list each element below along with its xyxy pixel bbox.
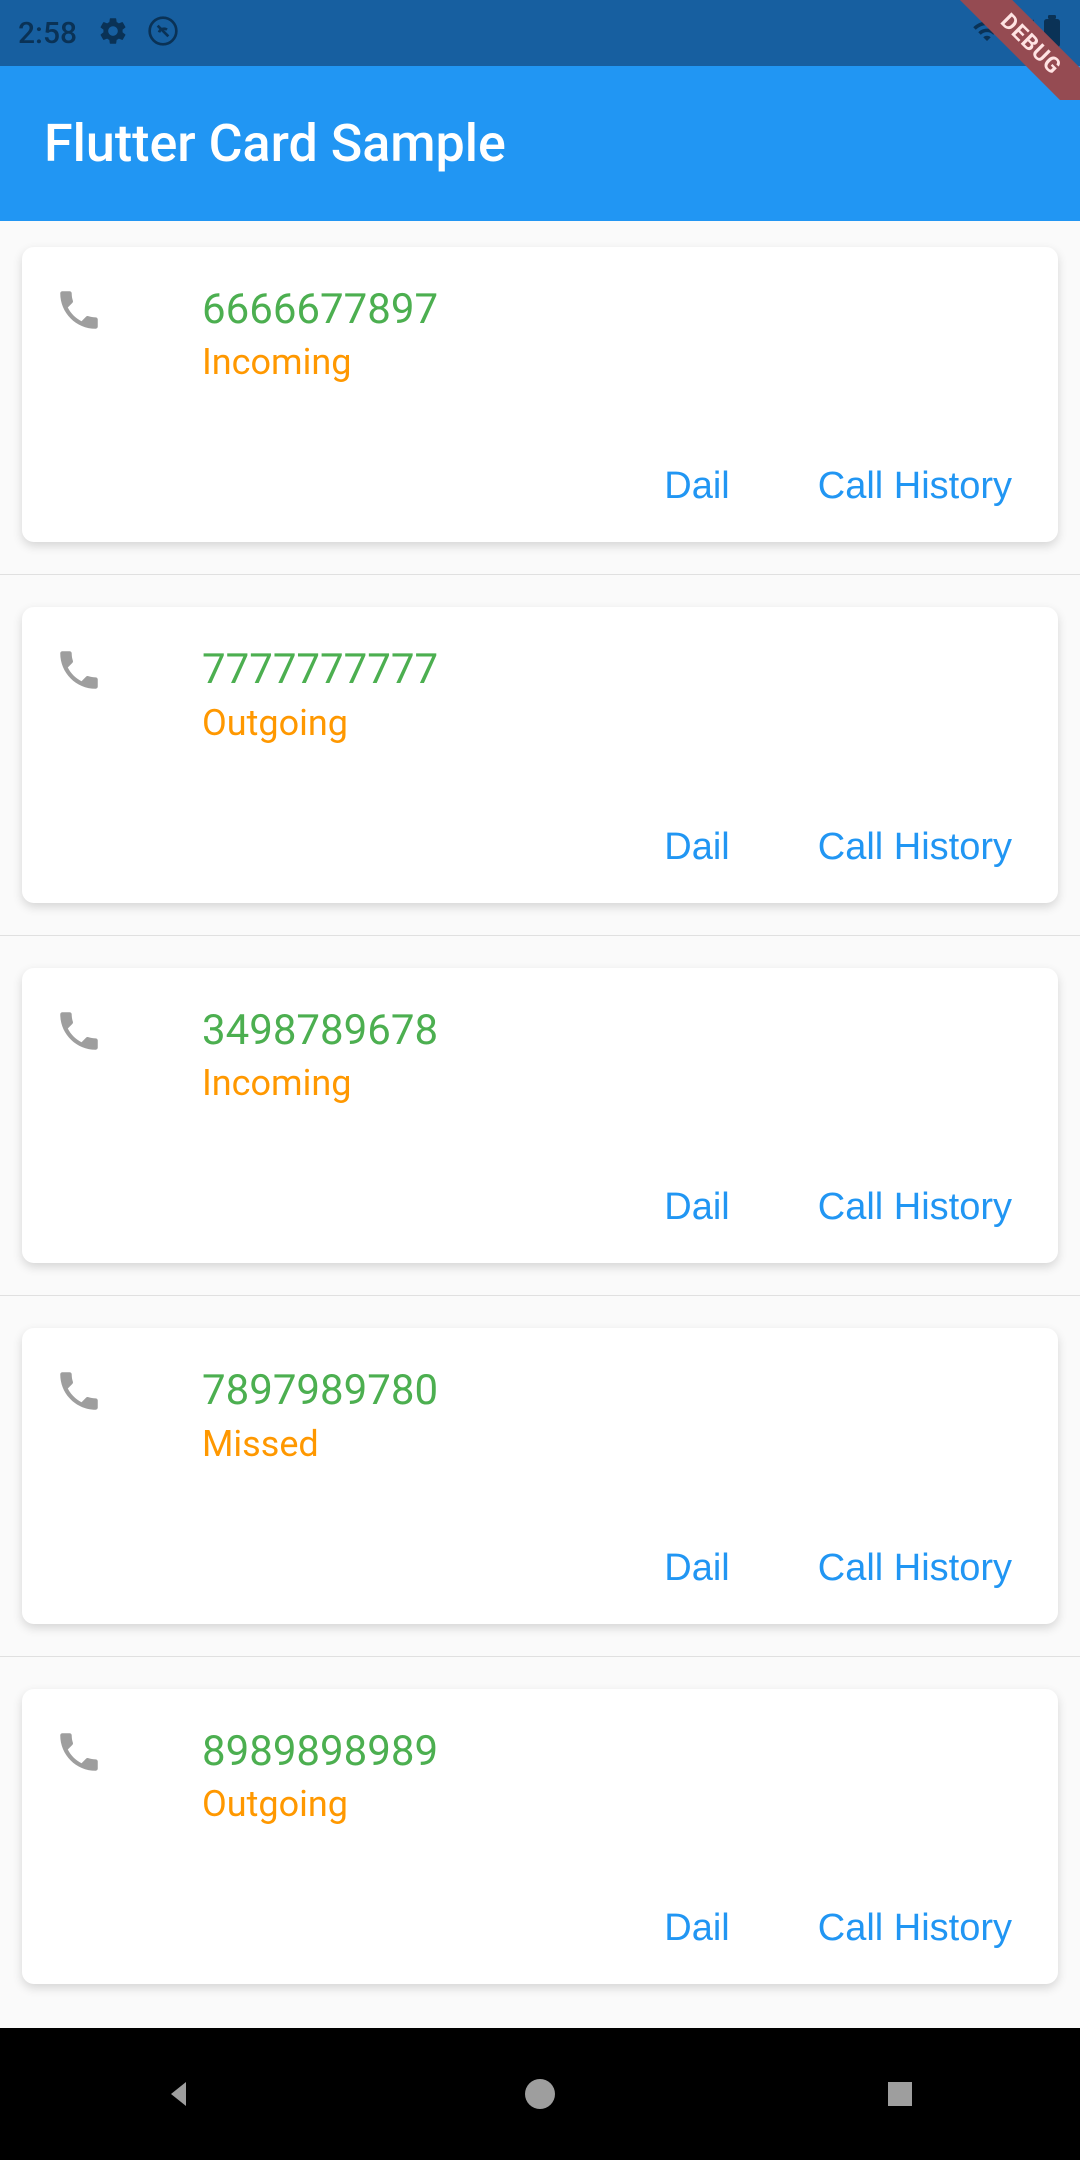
call-history-button[interactable]: Call History	[798, 1535, 1032, 1602]
phone-number: 7897989780	[202, 1366, 1036, 1416]
card-info: 7777777777 Outgoing	[202, 645, 1036, 743]
call-card: 8989898989 Outgoing Dail Call History	[22, 1689, 1058, 1984]
call-card: 7777777777 Outgoing Dail Call History	[22, 607, 1058, 902]
card-top: 7897989780 Missed	[54, 1366, 1036, 1464]
call-history-button[interactable]: Call History	[798, 814, 1032, 881]
card-top: 3498789678 Incoming	[54, 1006, 1036, 1104]
android-nav-bar	[0, 2028, 1080, 2160]
call-list[interactable]: 6666677897 Incoming Dail Call History 77…	[0, 221, 1080, 2028]
call-card: 6666677897 Incoming Dail Call History	[22, 247, 1058, 542]
wifi-icon	[972, 16, 1002, 50]
card-actions: Dail Call History	[54, 1174, 1036, 1241]
app-title: Flutter Card Sample	[44, 113, 506, 174]
card-top: 8989898989 Outgoing	[54, 1727, 1036, 1825]
call-type: Outgoing	[202, 1783, 1036, 1825]
status-left: 2:58	[18, 15, 179, 51]
call-history-button[interactable]: Call History	[798, 1174, 1032, 1241]
phone-icon	[54, 645, 202, 699]
card-top: 6666677897 Incoming	[54, 285, 1036, 383]
phone-icon	[54, 1006, 202, 1060]
divider	[0, 574, 1080, 575]
call-history-button[interactable]: Call History	[798, 1895, 1032, 1962]
card-actions: Dail Call History	[54, 453, 1036, 520]
home-button[interactable]	[520, 2074, 560, 2114]
dail-button[interactable]: Dail	[644, 1895, 749, 1962]
dail-button[interactable]: Dail	[644, 1174, 749, 1241]
signal-icon	[1008, 17, 1036, 49]
phone-icon	[54, 285, 202, 339]
recents-button[interactable]	[880, 2074, 920, 2114]
call-card: 7897989780 Missed Dail Call History	[22, 1328, 1058, 1623]
phone-number: 7777777777	[202, 645, 1036, 695]
divider	[0, 935, 1080, 936]
status-right	[972, 15, 1062, 51]
call-type: Incoming	[202, 341, 1036, 383]
status-time: 2:58	[18, 16, 77, 51]
phone-number: 3498789678	[202, 1006, 1036, 1056]
dail-button[interactable]: Dail	[644, 814, 749, 881]
divider	[0, 1295, 1080, 1296]
call-card: 3498789678 Incoming Dail Call History	[22, 968, 1058, 1263]
phone-icon	[54, 1727, 202, 1781]
card-top: 7777777777 Outgoing	[54, 645, 1036, 743]
card-info: 3498789678 Incoming	[202, 1006, 1036, 1104]
call-type: Outgoing	[202, 702, 1036, 744]
call-type: Incoming	[202, 1062, 1036, 1104]
call-history-button[interactable]: Call History	[798, 453, 1032, 520]
card-info: 8989898989 Outgoing	[202, 1727, 1036, 1825]
status-notification-icons	[97, 15, 179, 51]
call-type: Missed	[202, 1423, 1036, 1465]
divider	[0, 1656, 1080, 1657]
card-actions: Dail Call History	[54, 1535, 1036, 1602]
card-actions: Dail Call History	[54, 1895, 1036, 1962]
dail-button[interactable]: Dail	[644, 1535, 749, 1602]
no-sync-icon	[147, 15, 179, 51]
back-button[interactable]	[160, 2074, 200, 2114]
phone-number: 8989898989	[202, 1727, 1036, 1777]
phone-icon	[54, 1366, 202, 1420]
gear-icon	[97, 15, 129, 51]
card-info: 6666677897 Incoming	[202, 285, 1036, 383]
card-actions: Dail Call History	[54, 814, 1036, 881]
card-info: 7897989780 Missed	[202, 1366, 1036, 1464]
status-bar: 2:58	[0, 0, 1080, 66]
phone-number: 6666677897	[202, 285, 1036, 335]
battery-icon	[1042, 15, 1062, 51]
app-bar: Flutter Card Sample	[0, 66, 1080, 221]
dail-button[interactable]: Dail	[644, 453, 749, 520]
